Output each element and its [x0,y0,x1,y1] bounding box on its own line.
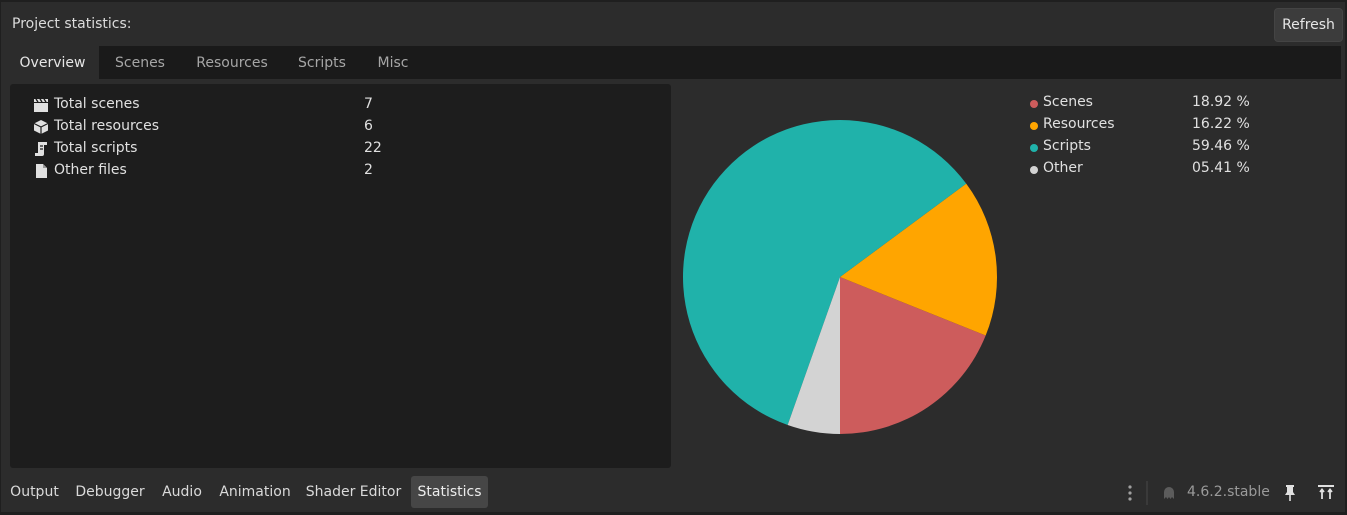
refresh-button[interactable]: Refresh [1274,8,1343,42]
stat-label: Total scripts [54,140,138,156]
bottom-tab-statistics[interactable]: Statistics [411,476,488,508]
legend-value: 18.92 % [1192,94,1250,110]
legend-item-resources: Resources 16.22 % [1028,114,1288,136]
legend-item-other: Other 05.41 % [1028,158,1288,180]
legend-dot [1030,166,1038,174]
bottom-tab-animation[interactable]: Animation [213,476,297,508]
legend-item-scenes: Scenes 18.92 % [1028,92,1288,114]
engine-version: 4.6.2.stable [1187,484,1270,500]
tab-misc[interactable]: Misc [361,46,425,79]
stat-row-scenes: Total scenes 7 [10,94,671,116]
stat-value: 2 [364,162,373,178]
legend-value: 05.41 % [1192,160,1250,176]
clapperboard-icon [34,98,48,112]
stats-summary-list: Total scenes 7 Total resources 6 Total s… [10,84,671,468]
tab-scenes[interactable]: Scenes [99,46,181,79]
stat-label: Other files [54,162,127,178]
stats-tab-bar: Overview Scenes Resources Scripts Misc [6,46,1341,79]
legend-dot [1030,100,1038,108]
stat-row-resources: Total resources 6 [10,116,671,138]
file-type-pie-chart [683,120,997,434]
bottom-panel-bar: Output Debugger Audio Animation Shader E… [0,476,1347,510]
legend-label: Scripts [1043,138,1091,154]
more-options-icon[interactable] [1124,484,1136,502]
pin-icon[interactable] [1282,484,1298,502]
legend-value: 59.46 % [1192,138,1250,154]
legend-label: Scenes [1043,94,1093,110]
stat-label: Total resources [54,118,159,134]
statistics-panel: Project statistics: Refresh Overview Sce… [1,2,1345,512]
cube-icon [33,120,49,134]
tab-scripts[interactable]: Scripts [283,46,361,79]
bottom-tab-debugger[interactable]: Debugger [68,476,152,508]
toolbar-separator [1146,481,1148,505]
bottom-tab-output[interactable]: Output [4,476,65,508]
tab-overview[interactable]: Overview [6,46,99,79]
legend-item-scripts: Scripts 59.46 % [1028,136,1288,158]
bottom-tab-shader-editor[interactable]: Shader Editor [300,476,407,508]
file-icon [36,164,47,178]
legend-label: Other [1043,160,1083,176]
stat-value: 22 [364,140,382,156]
stat-value: 7 [364,96,373,112]
expand-panel-icon[interactable] [1317,484,1335,502]
legend-value: 16.22 % [1192,116,1250,132]
stat-label: Total scenes [54,96,140,112]
legend-dot [1030,122,1038,130]
panel-title: Project statistics: [12,16,132,32]
bottom-tab-audio[interactable]: Audio [155,476,209,508]
script-icon [35,142,47,156]
stat-row-other: Other files 2 [10,160,671,182]
tab-resources[interactable]: Resources [181,46,283,79]
legend-dot [1030,144,1038,152]
legend-label: Resources [1043,116,1115,132]
stat-row-scripts: Total scripts 22 [10,138,671,160]
stat-value: 6 [364,118,373,134]
godot-logo-icon [1164,487,1174,499]
